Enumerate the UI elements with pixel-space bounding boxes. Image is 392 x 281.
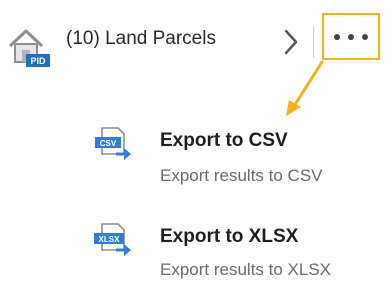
callout-arrow-icon	[280, 58, 330, 120]
more-dot	[362, 33, 368, 40]
more-dot	[334, 33, 340, 40]
export-csv-subtitle: Export results to CSV	[160, 166, 323, 185]
export-xlsx-subtitle: Export results to XLSX	[160, 260, 332, 279]
toolbar-divider	[313, 26, 314, 58]
xlsx-badge-text: XLSX	[99, 235, 121, 244]
export-xlsx-title: Export to XLSX	[160, 226, 299, 247]
xlsx-export-icon: XLSX	[94, 220, 134, 258]
chevron-right-icon[interactable]	[282, 28, 300, 56]
home-pid-icon: PID	[6, 24, 54, 68]
layer-title: (10) Land Parcels	[66, 28, 216, 49]
export-csv-title: Export to CSV	[160, 130, 288, 151]
csv-badge-text: CSV	[100, 139, 117, 148]
csv-export-icon: CSV	[94, 124, 134, 162]
pid-badge-text: PID	[30, 56, 46, 66]
more-options-button[interactable]	[322, 13, 380, 60]
more-dot	[348, 33, 354, 40]
